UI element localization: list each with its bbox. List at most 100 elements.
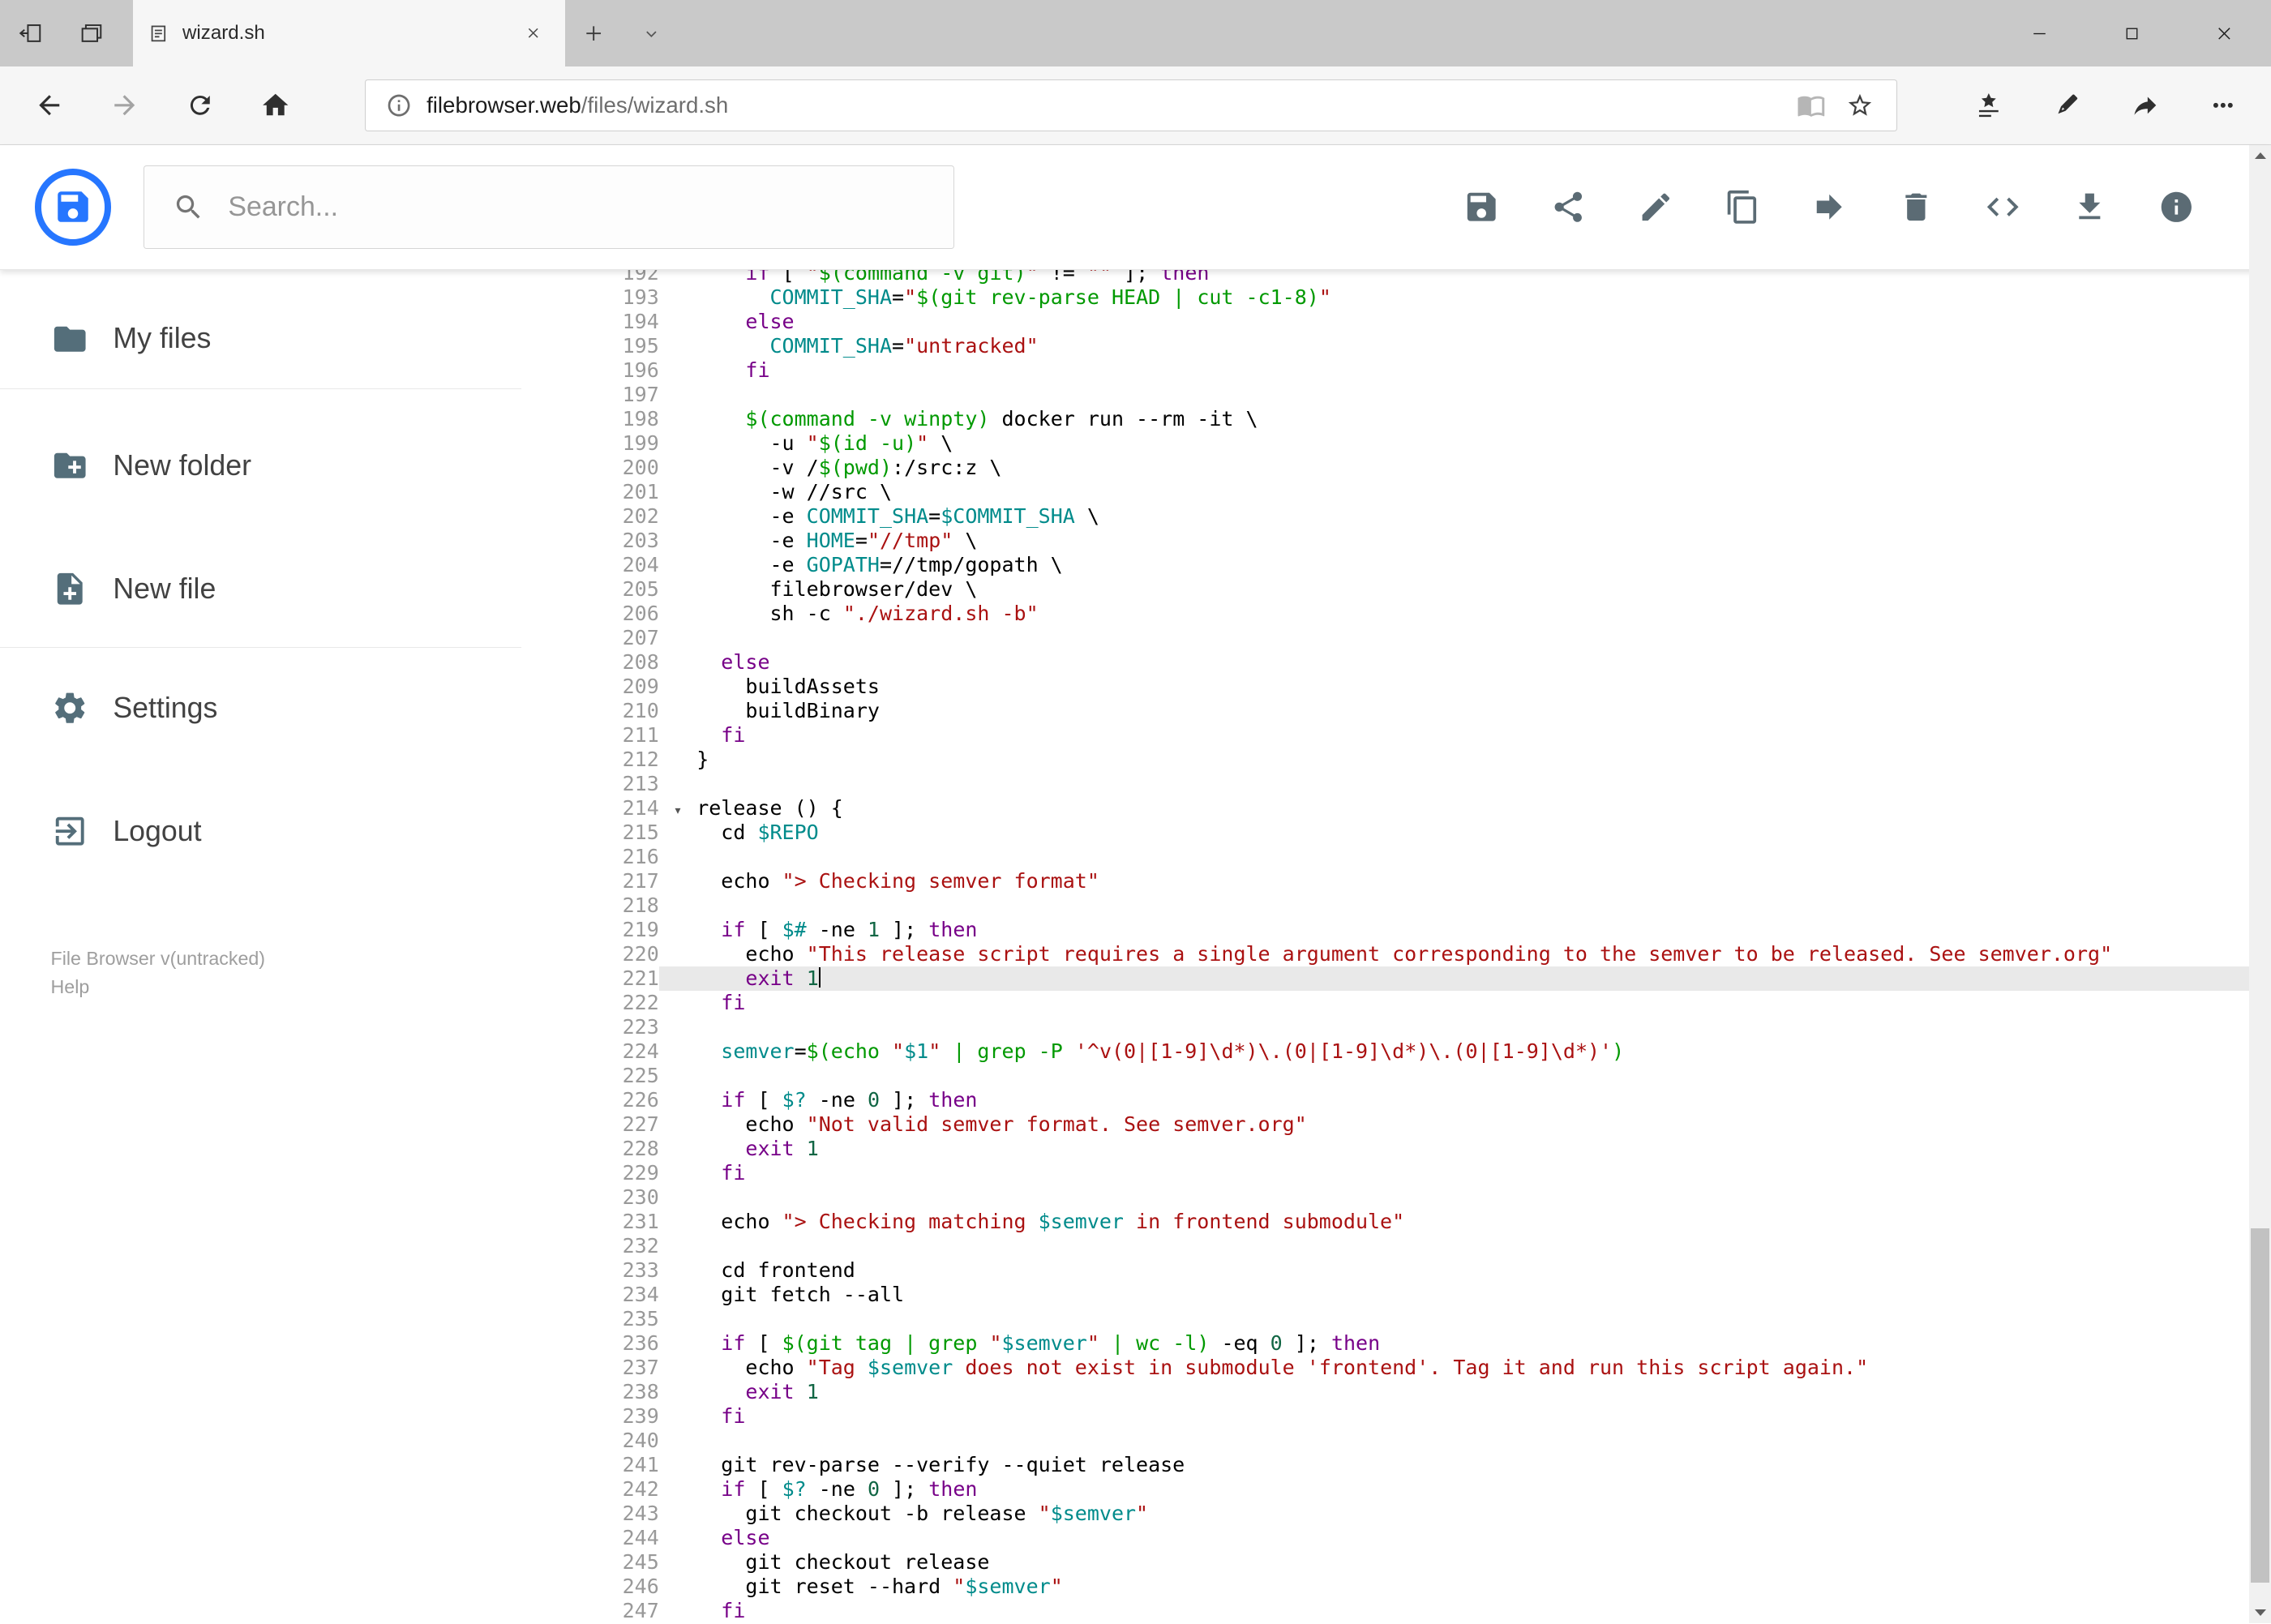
code-line[interactable]: 232 (521, 1234, 2249, 1258)
sidebar-item-new-folder[interactable]: New folder (0, 428, 521, 503)
tab-close-button[interactable] (516, 16, 551, 51)
forward-button[interactable] (87, 74, 162, 138)
code-line[interactable]: 220 echo "This release script requires a… (521, 942, 2249, 966)
window-maximize-button[interactable] (2085, 0, 2178, 66)
reading-view-icon[interactable] (1786, 91, 1836, 120)
web-notes-pen-button[interactable] (2028, 74, 2106, 138)
code-line[interactable]: 235 (521, 1307, 2249, 1331)
delete-button[interactable] (1897, 188, 1935, 225)
code-line[interactable]: 228 exit 1 (521, 1137, 2249, 1161)
fold-marker-icon[interactable]: ▾ (659, 799, 696, 823)
copy-button[interactable] (1724, 188, 1761, 225)
code-line[interactable]: 199 -u "$(id -u)" \ (521, 431, 2249, 456)
code-line[interactable]: 213 (521, 772, 2249, 796)
code-line[interactable]: 198 $(command -v winpty) docker run --rm… (521, 407, 2249, 431)
code-line[interactable]: 201 -w //src \ (521, 480, 2249, 504)
code-line[interactable]: 229 fi (521, 1161, 2249, 1185)
search-input[interactable] (225, 190, 868, 225)
sidebar-item-logout[interactable]: Logout (0, 794, 521, 869)
code-line[interactable]: 221 exit 1 (521, 966, 2250, 991)
code-line[interactable]: 212} (521, 748, 2249, 772)
code-line[interactable]: 205 filebrowser/dev \ (521, 577, 2249, 602)
search-box[interactable] (143, 165, 955, 250)
sidebar-item-my-files[interactable]: My files (0, 302, 521, 377)
move-button[interactable] (1810, 188, 1848, 225)
code-line[interactable]: 234 git fetch --all (521, 1283, 2249, 1307)
help-link[interactable]: Help (51, 973, 522, 1002)
code-line[interactable]: 233 cd frontend (521, 1258, 2249, 1283)
download-button[interactable] (2071, 188, 2108, 225)
code-line[interactable]: 236 if [ $(git tag | grep "$semver" | wc… (521, 1331, 2249, 1356)
code-line[interactable]: 197 (521, 383, 2249, 407)
code-line[interactable]: 214 ▾ release () { (521, 796, 2249, 821)
save-button[interactable] (1463, 188, 1500, 225)
code-line[interactable]: 218 (521, 893, 2249, 918)
code-line[interactable]: 227 echo "Not valid semver format. See s… (521, 1112, 2249, 1137)
window-close-button[interactable] (2179, 0, 2271, 66)
code-line[interactable]: 204 -e GOPATH=//tmp/gopath \ (521, 553, 2249, 577)
page-scrollbar[interactable] (2249, 144, 2271, 1624)
code-line[interactable]: 207 (521, 626, 2249, 650)
code-line[interactable]: 230 (521, 1185, 2249, 1210)
home-button[interactable] (238, 74, 313, 138)
browser-tab[interactable]: wizard.sh (133, 0, 565, 67)
code-line[interactable]: 193 COMMIT_SHA="$(git rev-parse HEAD | c… (521, 285, 2249, 310)
code-line[interactable]: 192 if [ "$(command -v git)" != "" ]; th… (521, 269, 2249, 285)
code-line[interactable]: 246 git reset --hard "$semver" (521, 1575, 2249, 1599)
browser-menu-ellipsis-button[interactable] (2184, 74, 2262, 138)
code-line[interactable]: 202 -e COMMIT_SHA=$COMMIT_SHA \ (521, 504, 2249, 529)
tabs-preview-button[interactable] (61, 0, 122, 66)
code-line[interactable]: 217 echo "> Checking semver format" (521, 869, 2249, 893)
back-button[interactable] (11, 74, 87, 138)
code-line[interactable]: 237 echo "Tag $semver does not exist in … (521, 1356, 2249, 1380)
scrollbar-down-arrow-icon[interactable] (2249, 1602, 2271, 1624)
code-line[interactable]: 206 sh -c "./wizard.sh -b" (521, 602, 2249, 626)
sidebar-item-settings[interactable]: Settings (0, 671, 521, 746)
code-line[interactable]: 215 cd $REPO (521, 821, 2249, 845)
code-line[interactable]: 226 if [ $? -ne 0 ]; then (521, 1088, 2249, 1112)
code-line[interactable]: 247 fi (521, 1599, 2249, 1623)
scrollbar-thumb[interactable] (2250, 1228, 2270, 1583)
site-info-icon[interactable] (377, 92, 421, 118)
window-minimize-button[interactable] (1993, 0, 2085, 66)
code-line[interactable]: 224 semver=$(echo "$1" | grep -P '^v(0|[… (521, 1039, 2249, 1064)
code-line[interactable]: 219 if [ $# -ne 1 ]; then (521, 918, 2249, 942)
code-line[interactable]: 209 buildAssets (521, 675, 2249, 699)
code-line[interactable]: 210 buildBinary (521, 699, 2249, 723)
info-button[interactable] (2158, 188, 2196, 225)
hub-favorites-button[interactable] (1949, 74, 2027, 138)
code-line[interactable]: 238 exit 1 (521, 1380, 2249, 1404)
code-line[interactable]: 195 COMMIT_SHA="untracked" (521, 334, 2249, 358)
code-line[interactable]: 223 (521, 1015, 2249, 1039)
share-file-button[interactable] (1550, 188, 1588, 225)
set-tabs-aside-button[interactable] (0, 0, 61, 66)
scrollbar-up-arrow-icon[interactable] (2249, 145, 2271, 167)
code-line[interactable]: 222 fi (521, 991, 2249, 1015)
code-line[interactable]: 216 (521, 845, 2249, 869)
code-editor[interactable]: 192 if [ "$(command -v git)" != "" ]; th… (521, 269, 2250, 1624)
code-line[interactable]: 203 -e HOME="//tmp" \ (521, 529, 2249, 553)
code-line[interactable]: 239 fi (521, 1404, 2249, 1429)
code-line[interactable]: 243 git checkout -b release "$semver" (521, 1502, 2249, 1526)
code-line[interactable]: 200 -v /$(pwd):/src:z \ (521, 456, 2249, 480)
sidebar-item-new-file[interactable]: New file (0, 551, 521, 627)
new-tab-button[interactable] (565, 0, 623, 66)
refresh-button[interactable] (162, 74, 238, 138)
code-line[interactable]: 244 else (521, 1526, 2249, 1550)
code-line[interactable]: 211 fi (521, 723, 2249, 748)
rename-pencil-button[interactable] (1637, 188, 1674, 225)
tab-preview-chevron-icon[interactable] (623, 0, 680, 66)
code-line[interactable]: 241 git rev-parse --verify --quiet relea… (521, 1453, 2249, 1477)
code-line[interactable]: 240 (521, 1429, 2249, 1453)
code-line[interactable]: 208 else (521, 650, 2249, 675)
raw-code-button[interactable] (1984, 188, 2021, 225)
code-line[interactable]: 225 (521, 1064, 2249, 1088)
code-line[interactable]: 231 echo "> Checking matching $semver in… (521, 1210, 2249, 1234)
code-line[interactable]: 245 git checkout release (521, 1550, 2249, 1575)
favorite-star-icon[interactable] (1836, 92, 1885, 119)
address-bar[interactable]: filebrowser.web/files/wizard.sh (365, 79, 1897, 132)
code-line[interactable]: 196 fi (521, 358, 2249, 383)
share-button[interactable] (2106, 74, 2183, 138)
code-line[interactable]: 242 if [ $? -ne 0 ]; then (521, 1477, 2249, 1502)
code-line[interactable]: 194 else (521, 310, 2249, 334)
